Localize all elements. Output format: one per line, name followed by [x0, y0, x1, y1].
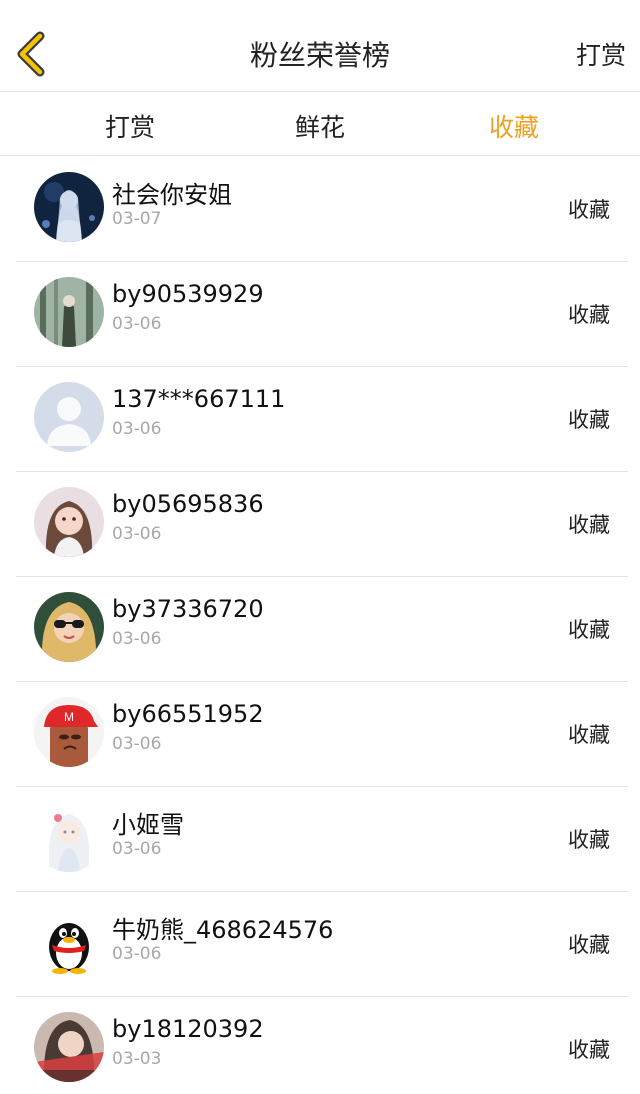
fan-date: 03-03 [112, 1049, 162, 1069]
fan-action-label: 收藏 [568, 198, 610, 222]
sunglasses-girl-avatar [34, 592, 104, 662]
tab-reward[interactable]: 打赏 [105, 108, 155, 144]
tab-favorites[interactable]: 收藏 [489, 108, 539, 144]
fan-date: 03-06 [112, 944, 162, 964]
default-user-avatar [34, 382, 104, 452]
fan-name: by05695836 [112, 490, 264, 518]
fan-date: 03-07 [112, 209, 162, 229]
list-item[interactable]: 牛奶熊_468624576 03-06 收藏 [16, 892, 628, 997]
qq-penguin-avatar [34, 907, 104, 977]
fan-date: 03-06 [112, 524, 162, 544]
fan-action-label: 收藏 [568, 828, 610, 852]
fan-name: 137***667111 [112, 385, 286, 413]
photo-girl-avatar [34, 1012, 104, 1082]
fan-date: 03-06 [112, 419, 162, 439]
list-item[interactable]: M by66551952 03-06 收藏 [16, 682, 628, 787]
fan-name: by66551952 [112, 700, 264, 728]
list-item[interactable]: by90539929 03-06 收藏 [16, 262, 628, 367]
list-item[interactable]: by05695836 03-06 收藏 [16, 472, 628, 577]
anime-white-hair-avatar [34, 802, 104, 872]
list-item[interactable]: by18120392 03-03 收藏 [16, 997, 628, 1094]
fan-action-label: 收藏 [568, 303, 610, 327]
fan-name: 牛奶熊_468624576 [112, 916, 334, 944]
list-item[interactable]: 社会你安姐 03-07 收藏 [16, 157, 628, 262]
back-button[interactable] [14, 30, 50, 78]
fan-date: 03-06 [112, 629, 162, 649]
red-cap-avatar: M [34, 697, 104, 767]
forest-figure-avatar [34, 277, 104, 347]
tab-bar: 打赏 鲜花 收藏 [0, 92, 640, 156]
fan-date: 03-06 [112, 314, 162, 334]
fan-name: 社会你安姐 [112, 181, 232, 209]
fan-name: by18120392 [112, 1015, 264, 1043]
page-title: 粉丝荣誉榜 [249, 39, 390, 72]
fan-action-label: 收藏 [568, 933, 610, 957]
anime-girl-avatar [34, 172, 104, 242]
reward-button[interactable]: 打赏 [576, 36, 626, 72]
top-navbar: 粉丝荣誉榜 打赏 [0, 0, 640, 92]
fan-list: 社会你安姐 03-07 收藏 by90539929 03-06 收藏 137**… [0, 157, 640, 1094]
list-item[interactable]: by37336720 03-06 收藏 [16, 577, 628, 682]
fan-name: by90539929 [112, 280, 264, 308]
fan-action-label: 收藏 [568, 513, 610, 537]
fan-date: 03-06 [112, 839, 162, 859]
fan-name: by37336720 [112, 595, 264, 623]
fan-action-label: 收藏 [568, 1038, 610, 1062]
fan-date: 03-06 [112, 734, 162, 754]
fan-action-label: 收藏 [568, 723, 610, 747]
list-item[interactable]: 137***667111 03-06 收藏 [16, 367, 628, 472]
chevron-left-icon [17, 31, 45, 77]
svg-text:M: M [64, 710, 74, 724]
list-item[interactable]: 小姬雪 03-06 收藏 [16, 787, 628, 892]
fan-name: 小姬雪 [112, 811, 184, 839]
fan-action-label: 收藏 [568, 618, 610, 642]
little-girl-avatar [34, 487, 104, 557]
tab-flowers[interactable]: 鲜花 [295, 108, 345, 144]
fan-action-label: 收藏 [568, 408, 610, 432]
